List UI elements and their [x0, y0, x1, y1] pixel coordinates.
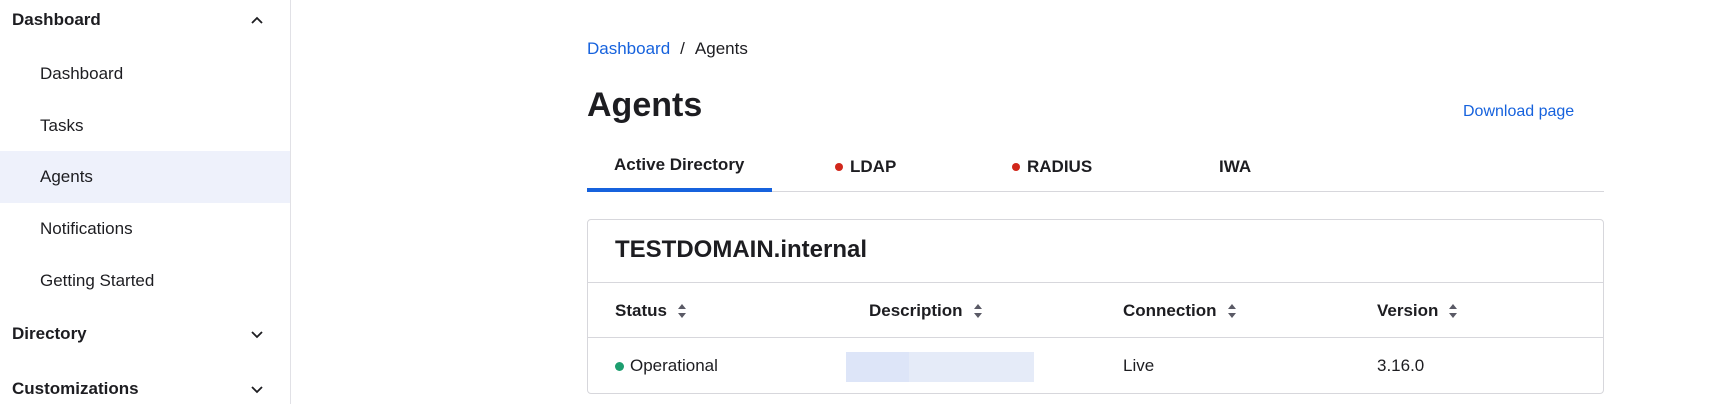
sort-icon: [677, 304, 686, 318]
sort-icon: [973, 304, 982, 318]
sidebar-item-label: Tasks: [40, 116, 84, 135]
sidebar-item-label: Agents: [40, 167, 93, 186]
breadcrumb-current: Agents: [694, 39, 748, 58]
sidebar-section-label: Dashboard: [12, 10, 101, 29]
sort-icon: [1449, 304, 1458, 318]
cell-version: 3.16.0: [1377, 338, 1425, 393]
tab-radius[interactable]: RADIUS: [1012, 142, 1092, 192]
column-header-label: Connection: [1123, 301, 1217, 320]
column-header-connection[interactable]: Connection: [1123, 283, 1237, 339]
column-header-version[interactable]: Version: [1377, 283, 1458, 339]
sidebar-item-label: Getting Started: [40, 271, 155, 290]
sidebar-section-customizations[interactable]: Customizations: [0, 369, 290, 404]
domain-card: TESTDOMAIN.internal Status Description C…: [587, 219, 1604, 394]
domain-title: TESTDOMAIN.internal: [615, 236, 868, 263]
tab-active-directory[interactable]: Active Directory: [587, 142, 772, 192]
cell-connection: Live: [1123, 338, 1155, 393]
chevron-up-icon: [251, 16, 263, 24]
tab-ldap[interactable]: LDAP: [835, 142, 896, 192]
sidebar-section-label: Customizations: [12, 379, 139, 398]
sidebar-item-notifications[interactable]: Notifications: [0, 203, 290, 255]
column-header-description[interactable]: Description: [869, 283, 983, 339]
page-title: Agents: [587, 86, 703, 124]
tab-iwa[interactable]: IWA: [1219, 142, 1251, 192]
sidebar-item-getting-started[interactable]: Getting Started: [0, 255, 290, 307]
alert-dot-icon: [1012, 163, 1020, 171]
column-header-status[interactable]: Status: [615, 283, 687, 339]
column-header-label: Version: [1377, 301, 1439, 320]
main-content: Dashboard / Agents Agents Download page …: [291, 0, 1715, 404]
table-header: Status Description Connection Version: [588, 282, 1603, 338]
sidebar-item-label: Notifications: [40, 219, 133, 238]
sort-icon: [1227, 304, 1236, 318]
cell-description-placeholder: [846, 352, 1034, 382]
sidebar-section-directory[interactable]: Directory: [0, 314, 290, 354]
tab-bar: Active Directory LDAP RADIUS IWA: [587, 142, 1604, 192]
tab-label: IWA: [1219, 157, 1252, 176]
sidebar-item-dashboard[interactable]: Dashboard: [0, 48, 290, 100]
column-header-label: Status: [615, 301, 667, 320]
sidebar-section-label: Directory: [12, 324, 87, 343]
version-text: 3.16.0: [1377, 356, 1425, 375]
sidebar: Dashboard Dashboard Tasks Agents Notific…: [0, 0, 291, 404]
column-header-label: Description: [869, 301, 963, 320]
table-row[interactable]: Operational Live 3.16.0: [588, 338, 1603, 393]
cell-status: Operational: [615, 338, 718, 393]
tab-label: LDAP: [850, 157, 897, 176]
breadcrumb-separator: /: [680, 39, 685, 58]
loading-shimmer: [846, 352, 909, 382]
status-ok-icon: [615, 361, 624, 371]
sidebar-item-tasks[interactable]: Tasks: [0, 100, 290, 152]
breadcrumb-link-dashboard[interactable]: Dashboard: [587, 39, 670, 59]
alert-dot-icon: [835, 163, 843, 171]
sidebar-section-dashboard[interactable]: Dashboard: [0, 0, 290, 40]
chevron-down-icon: [251, 386, 263, 394]
sidebar-item-label: Dashboard: [40, 64, 124, 83]
status-text: Operational: [630, 356, 718, 375]
tab-label: Active Directory: [614, 155, 745, 174]
tab-label: RADIUS: [1027, 157, 1093, 176]
download-page-link[interactable]: Download page: [1463, 103, 1574, 121]
connection-text: Live: [1123, 356, 1155, 375]
breadcrumb: Dashboard / Agents: [587, 39, 748, 59]
chevron-down-icon: [251, 331, 263, 339]
sidebar-item-agents[interactable]: Agents: [0, 151, 290, 203]
